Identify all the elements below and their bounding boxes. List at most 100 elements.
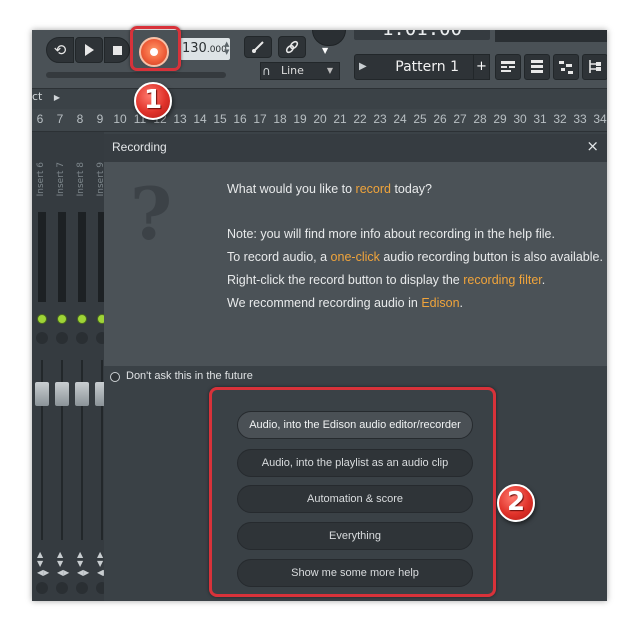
ruler-tick: 9	[96, 112, 104, 126]
mixer-strip-label: Insert 8	[76, 162, 86, 197]
pitch-knob[interactable]	[312, 30, 346, 46]
headphone-icon: ∩	[262, 64, 271, 78]
line-mode-select[interactable]: Line ▼	[260, 62, 340, 80]
pan-knob[interactable]	[36, 332, 48, 344]
mixer-strip-label: Insert 7	[56, 162, 66, 197]
channel-rack-view-button[interactable]	[553, 54, 579, 80]
level-meter	[38, 212, 46, 302]
main-toolbar: ⟲ 130.000 ▲▼ Line ▼ ∩ ▼ 1:01:00 ▶ Pattern…	[32, 30, 607, 89]
msg-text: To record audio, a	[227, 250, 331, 264]
pan-knob[interactable]	[76, 332, 88, 344]
ruler-tick: 18	[273, 112, 287, 126]
ruler-tick: 25	[413, 112, 427, 126]
chevron-right-icon: ▶	[53, 93, 61, 102]
send-knob[interactable]	[56, 582, 68, 594]
dialog-titlebar: Recording ×	[104, 134, 607, 162]
ruler-tick: 16	[233, 112, 247, 126]
volume-fader[interactable]	[55, 382, 69, 406]
ruler-tick: 19	[293, 112, 307, 126]
ruler-tick: 17	[253, 112, 267, 126]
route-arrows-icon[interactable]: ▲▼◀▶	[37, 550, 49, 577]
play-button[interactable]	[75, 37, 103, 63]
tempo-arrows-icon[interactable]: ▲ ▼	[224, 40, 229, 56]
loop-mode-button[interactable]: ⟲	[46, 37, 74, 63]
send-knob[interactable]	[76, 582, 88, 594]
volume-fader[interactable]	[35, 382, 49, 406]
msg-text: Right-click the record button to display…	[227, 273, 464, 287]
msg-text: audio recording button is also available…	[379, 250, 603, 264]
mixer-strips: Insert 6 ▲ ▼ ◀▶ Insert 7 ▲ ▼ ◀▶ Insert 8 ▲ ▼ ◀▶ Inse…	[32, 132, 109, 601]
mixer-strip[interactable]: Insert 6 ▲ ▼ ◀▶	[34, 132, 50, 601]
ruler-tick: 7	[56, 112, 64, 126]
ruler-tick: 30	[513, 112, 527, 126]
browser-tree-icon	[587, 59, 603, 75]
ruler-tick: 10	[113, 112, 127, 126]
chevron-down-icon[interactable]: ▼	[322, 46, 328, 55]
message-line-5: We recommend recording audio in Edison.	[227, 296, 463, 310]
send-knob[interactable]	[36, 582, 48, 594]
ruler-tick: 15	[213, 112, 227, 126]
link-icon	[285, 40, 299, 54]
stop-icon	[112, 46, 122, 55]
volume-fader[interactable]	[75, 382, 89, 406]
message-line-2: Note: you will find more info about reco…	[227, 227, 555, 241]
dialog-title: Recording	[112, 140, 167, 154]
ruler-tick: 24	[393, 112, 407, 126]
message-line-1: What would you like to record today?	[227, 182, 432, 196]
stop-button[interactable]	[104, 37, 130, 63]
browser-view-button[interactable]	[582, 54, 607, 80]
chevron-down-icon: ▼	[326, 66, 333, 75]
master-volume-slider[interactable]	[46, 72, 226, 78]
dont-ask-radio[interactable]	[110, 372, 120, 382]
pan-knob[interactable]	[56, 332, 68, 344]
pattern-name: Pattern 1	[395, 59, 459, 75]
add-pattern-button[interactable]: +	[473, 54, 490, 80]
msg-text: .	[541, 273, 546, 287]
tempo-display[interactable]: 130.000	[180, 38, 230, 60]
top-panel-edge	[495, 30, 607, 42]
annotation-badge-1: 1	[134, 82, 172, 120]
close-icon[interactable]: ×	[586, 138, 599, 154]
route-arrows-icon[interactable]: ▲▼◀▶	[57, 550, 69, 577]
question-mark-icon: ?	[130, 171, 173, 256]
options-highlight	[209, 387, 496, 597]
breadcrumb-row: ct ▶	[32, 89, 607, 107]
mixer-strip[interactable]: Insert 7 ▲ ▼ ◀▶	[54, 132, 70, 601]
mixer-view-button[interactable]	[524, 54, 550, 80]
breadcrumb[interactable]: ct ▶	[32, 90, 60, 103]
ruler-tick: 6	[36, 112, 44, 126]
ruler-tick: 23	[373, 112, 387, 126]
msg-text: .	[459, 296, 464, 310]
ruler-tick: 32	[553, 112, 567, 126]
snap-tool-button[interactable]	[244, 36, 272, 58]
pattern-selector[interactable]: ▶ Pattern 1	[354, 54, 478, 80]
mixer-strip-label: Insert 6	[36, 162, 46, 197]
ruler-tick: 28	[473, 112, 487, 126]
piano-roll-icon	[558, 59, 574, 75]
timeline-ruler[interactable]: 6 7 8 9 10 11 12 13 14 15 16 17 18 19 20 21 22 23 24 25 26 27…	[32, 109, 607, 132]
msg-text: What would you like to	[227, 182, 356, 196]
tempo-value: 130	[182, 41, 207, 56]
recording-filter-link[interactable]: recording filter	[463, 273, 542, 287]
mute-led-icon[interactable]	[77, 314, 87, 324]
route-arrows-icon[interactable]: ▲▼◀▶	[77, 550, 89, 577]
mixer-icon	[529, 59, 545, 75]
mixer-strip[interactable]: Insert 8 ▲ ▼ ◀▶	[74, 132, 90, 601]
annotation-badge-2: 2	[497, 484, 535, 522]
ruler-tick: 20	[313, 112, 327, 126]
level-meter	[58, 212, 66, 302]
edison-link[interactable]: Edison	[421, 296, 459, 310]
line-mode-label: Line	[281, 64, 304, 77]
ruler-tick: 31	[533, 112, 547, 126]
breadcrumb-text: ct	[32, 90, 43, 103]
ruler-tick: 8	[76, 112, 84, 126]
record-link[interactable]: record	[356, 182, 391, 196]
playlist-view-button[interactable]	[495, 54, 521, 80]
ruler-tick: 33	[573, 112, 587, 126]
ruler-tick: 21	[333, 112, 347, 126]
loop-icon: ⟲	[53, 41, 67, 59]
one-click-link[interactable]: one-click	[331, 250, 380, 264]
link-tool-button[interactable]	[278, 36, 306, 58]
mute-led-icon[interactable]	[37, 314, 47, 324]
mute-led-icon[interactable]	[57, 314, 67, 324]
